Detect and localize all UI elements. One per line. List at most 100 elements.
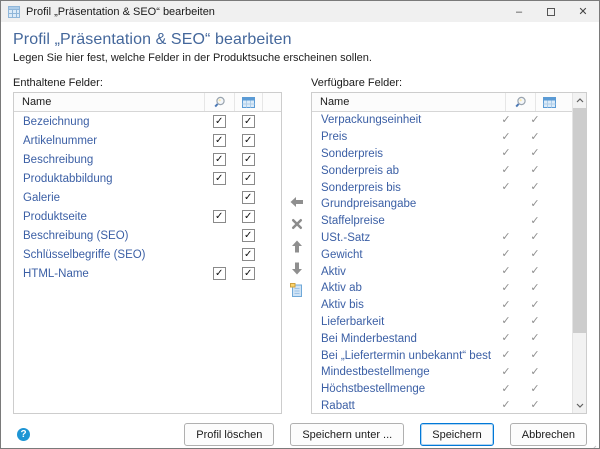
search-column-header[interactable] — [505, 93, 535, 111]
remove-button[interactable] — [289, 217, 305, 231]
scroll-down-button[interactable] — [573, 398, 587, 413]
table-row[interactable]: HTML-Name ✓ ✓ — [14, 264, 281, 283]
table-row[interactable]: Verpackungseinheit✓✓ — [312, 112, 572, 129]
table-row[interactable]: Sonderpreis bis✓✓ — [312, 179, 572, 196]
help-button[interactable]: ? — [17, 428, 30, 441]
page-icon — [290, 283, 303, 297]
search-cell: ✓ — [491, 129, 521, 146]
title-bar[interactable]: Profil „Präsentation & SEO“ bearbeiten –… — [1, 1, 599, 22]
table-row[interactable]: Beschreibung (SEO)✓ — [14, 226, 281, 245]
save-as-button[interactable]: Speichern unter ... — [290, 423, 404, 446]
row-filler — [549, 246, 572, 263]
table-row[interactable]: Artikelnummer✓✓ — [14, 131, 281, 150]
search-cell: ✓ — [491, 297, 521, 314]
field-label: Bei „Liefertermin unbekannt“ bestellbar — [312, 350, 491, 362]
search-cell: ✓ — [491, 246, 521, 263]
table-row[interactable]: Aktiv bis✓✓ — [312, 297, 572, 314]
checkbox[interactable]: ✓ — [242, 248, 255, 261]
row-filler — [549, 364, 572, 381]
checkbox[interactable]: ✓ — [242, 267, 255, 280]
checkbox[interactable]: ✓ — [213, 210, 226, 223]
chevron-up-icon — [576, 98, 584, 103]
row-filler — [549, 263, 572, 280]
list-column-header[interactable] — [535, 93, 563, 111]
minimize-button[interactable]: – — [503, 1, 535, 22]
table-row[interactable]: Bezeichnung✓✓ — [14, 112, 281, 131]
table-row[interactable]: Rabatt✓✓ — [312, 398, 572, 414]
row-filler — [262, 226, 281, 245]
checkbox[interactable]: ✓ — [213, 134, 226, 147]
table-row[interactable]: Gewicht✓✓ — [312, 246, 572, 263]
table-row[interactable]: Lieferbarkeit✓✓ — [312, 314, 572, 331]
check-icon: ✓ — [530, 165, 539, 176]
name-column-header[interactable]: Name — [14, 96, 204, 108]
maximize-button[interactable] — [535, 1, 567, 22]
check-icon: ✓ — [501, 384, 510, 395]
table-row[interactable]: Mindestbestellmenge✓✓ — [312, 364, 572, 381]
table-row[interactable]: Höchstbestellmenge✓✓ — [312, 381, 572, 398]
field-label: HTML-Name — [14, 268, 204, 280]
scroll-up-button[interactable] — [573, 93, 587, 108]
close-button[interactable]: ✕ — [567, 1, 599, 22]
checkbox[interactable]: ✓ — [213, 267, 226, 280]
included-fields-label: Enthaltene Felder: — [13, 77, 282, 89]
field-label: Staffelpreise — [312, 215, 491, 227]
checkbox[interactable]: ✓ — [213, 115, 226, 128]
list-cell: ✓ — [234, 226, 262, 245]
cancel-button[interactable]: Abbrechen — [510, 423, 587, 446]
table-row[interactable]: USt.-Satz✓✓ — [312, 230, 572, 247]
search-cell: ✓ — [204, 150, 234, 169]
table-icon — [242, 97, 255, 108]
header-filler — [563, 93, 572, 111]
resize-grip[interactable] — [590, 439, 597, 446]
table-row[interactable]: Produktseite✓✓ — [14, 207, 281, 226]
move-down-button[interactable] — [289, 261, 305, 275]
table-row[interactable]: Sonderpreis✓✓ — [312, 146, 572, 163]
maximize-icon — [547, 8, 555, 16]
table-row[interactable]: Produktabbildung✓✓ — [14, 169, 281, 188]
search-cell: ✓ — [491, 146, 521, 163]
checkbox[interactable]: ✓ — [242, 191, 255, 204]
row-filler — [549, 314, 572, 331]
row-filler — [262, 188, 281, 207]
table-row[interactable]: Bei Minderbestand✓✓ — [312, 330, 572, 347]
checkbox[interactable]: ✓ — [242, 210, 255, 223]
delete-profile-button[interactable]: Profil löschen — [184, 423, 274, 446]
field-label: Aktiv — [312, 266, 491, 278]
table-row[interactable]: Grundpreisangabe✓ — [312, 196, 572, 213]
table-row[interactable]: Aktiv✓✓ — [312, 263, 572, 280]
search-cell: ✓ — [491, 314, 521, 331]
check-icon: ✓ — [501, 333, 510, 344]
row-filler — [549, 213, 572, 230]
name-column-header[interactable]: Name — [312, 96, 505, 108]
scroll-thumb[interactable] — [573, 108, 587, 333]
checkbox[interactable]: ✓ — [242, 134, 255, 147]
table-icon — [543, 97, 556, 108]
move-up-button[interactable] — [289, 239, 305, 253]
checkbox[interactable]: ✓ — [242, 115, 255, 128]
check-icon: ✓ — [501, 249, 510, 260]
table-row[interactable]: Aktiv ab✓✓ — [312, 280, 572, 297]
paste-button[interactable] — [289, 283, 305, 297]
list-column-header[interactable] — [234, 93, 262, 111]
table-row[interactable]: Preis✓✓ — [312, 129, 572, 146]
checkbox[interactable]: ✓ — [213, 153, 226, 166]
row-filler — [549, 129, 572, 146]
search-cell — [491, 213, 521, 230]
vertical-scrollbar[interactable] — [572, 93, 586, 413]
table-row[interactable]: Beschreibung✓✓ — [14, 150, 281, 169]
search-column-header[interactable] — [204, 93, 234, 111]
checkbox[interactable]: ✓ — [242, 153, 255, 166]
checkbox[interactable]: ✓ — [213, 172, 226, 185]
field-label: Lieferbarkeit — [312, 316, 491, 328]
save-button[interactable]: Speichern — [420, 423, 494, 446]
checkbox[interactable]: ✓ — [242, 229, 255, 242]
table-row[interactable]: Schlüsselbegriffe (SEO)✓ — [14, 245, 281, 264]
row-filler — [549, 230, 572, 247]
table-row[interactable]: Staffelpreise✓ — [312, 213, 572, 230]
table-row[interactable]: Sonderpreis ab✓✓ — [312, 162, 572, 179]
table-row[interactable]: Bei „Liefertermin unbekannt“ bestellbar✓… — [312, 347, 572, 364]
move-left-button[interactable] — [289, 195, 305, 209]
table-row[interactable]: Galerie✓ — [14, 188, 281, 207]
checkbox[interactable]: ✓ — [242, 172, 255, 185]
